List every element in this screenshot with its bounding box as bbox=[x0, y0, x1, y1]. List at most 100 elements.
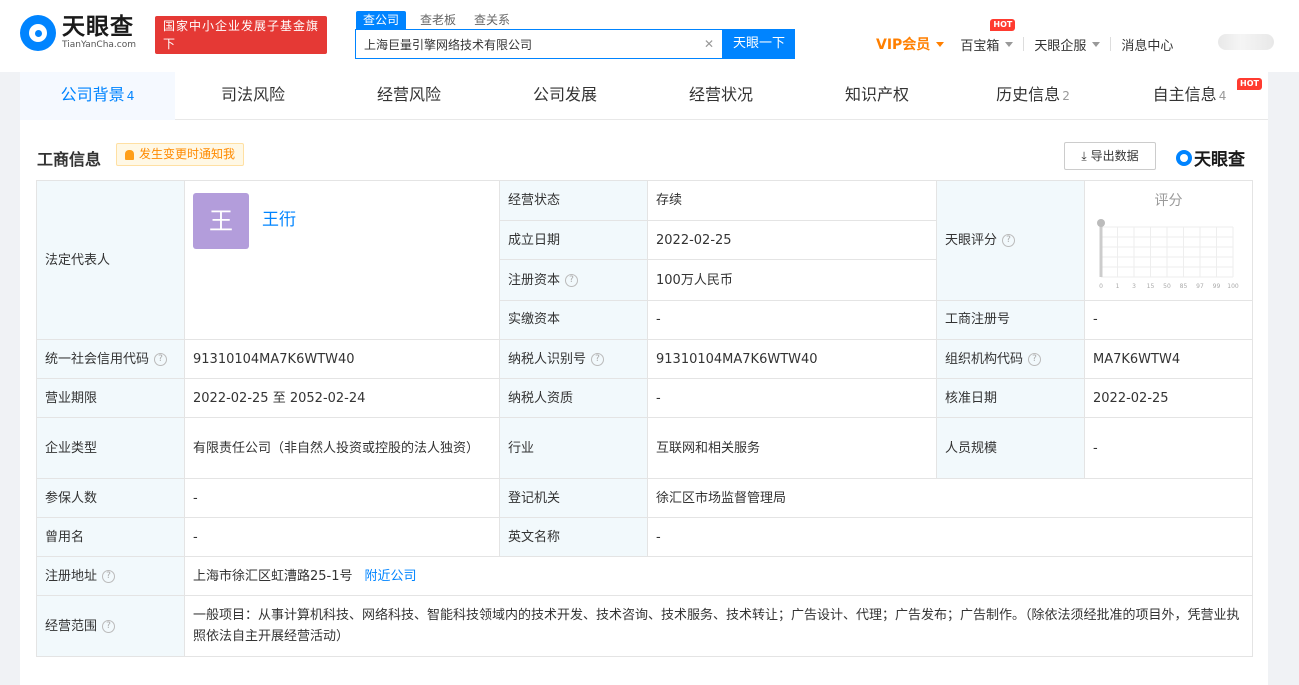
score-tick-label: 0 bbox=[1099, 283, 1103, 290]
address-label-cell: 注册地址? bbox=[36, 556, 185, 596]
address-label: 注册地址 bbox=[45, 568, 98, 584]
chevron-down-icon bbox=[1005, 41, 1014, 47]
former-name-label: 曾用名 bbox=[36, 517, 185, 557]
tab-label: 公司发展 bbox=[532, 85, 597, 104]
legal-rep-label: 法定代表人 bbox=[36, 180, 185, 340]
messages-link[interactable]: 消息中心 bbox=[1121, 35, 1173, 54]
site-logo[interactable]: 天眼查 TianYanCha.com bbox=[20, 14, 136, 51]
vip-label: VIP会员 bbox=[876, 37, 931, 53]
score-tick-label: 99 bbox=[1213, 283, 1221, 290]
search-tabs: 查公司 查老板 查关系 bbox=[356, 11, 528, 29]
gov-badge-line2: 官方备案企业征信机构 bbox=[163, 55, 294, 69]
tab-operation-status[interactable]: 经营状况 bbox=[643, 72, 799, 120]
staff-value: - bbox=[1084, 417, 1253, 479]
top-nav: VIP会员 百宝箱 HOT 天眼企服 消息中心 bbox=[876, 18, 1173, 54]
org-code-label-cell: 组织机构代码? bbox=[936, 339, 1085, 379]
scope-value: 一般项目：从事计算机科技、网络科技、智能科技领域内的技术开发、技术咨询、技术服务… bbox=[184, 595, 1253, 657]
tianyancha-logo-icon bbox=[20, 14, 56, 51]
treasure-label: 百宝箱 bbox=[960, 38, 1000, 54]
tab-label: 知识产权 bbox=[844, 85, 909, 104]
search-tab-company[interactable]: 查公司 bbox=[356, 11, 407, 29]
tab-label: 历史信息 bbox=[996, 85, 1061, 104]
legal-rep-name-link[interactable]: 王衎 bbox=[262, 210, 296, 231]
score-ticks: 0 1 3 15 50 85 97 99 100 bbox=[1099, 283, 1239, 290]
help-icon[interactable]: ? bbox=[591, 352, 605, 366]
hot-badge: HOT bbox=[1237, 78, 1262, 90]
clear-icon[interactable]: ✕ bbox=[704, 37, 714, 51]
credit-code-label-cell: 统一社会信用代码? bbox=[36, 339, 185, 379]
reg-no-label: 工商注册号 bbox=[936, 299, 1085, 341]
logo-text-en: TianYanCha.com bbox=[62, 40, 137, 50]
help-icon[interactable]: ? bbox=[1002, 233, 1016, 247]
type-value: 有限责任公司（非自然人投资或控股的法人独资） bbox=[184, 417, 500, 479]
gov-badge: 国家中小企业发展子基金旗下 官方备案企业征信机构 bbox=[155, 16, 327, 69]
score-tick-label: 100 bbox=[1227, 283, 1239, 290]
score-grid bbox=[1100, 226, 1234, 278]
reg-capital-label-cell: 注册资本? bbox=[499, 259, 648, 301]
tab-count: 4 bbox=[126, 89, 135, 103]
paid-capital-label: 实缴资本 bbox=[499, 299, 648, 341]
term-value: 2022-02-25 至 2052-02-24 bbox=[184, 378, 500, 418]
score-tick-label: 1 bbox=[1116, 283, 1120, 290]
search-tab-boss[interactable]: 查老板 bbox=[420, 11, 456, 29]
term-start: 2022-02-25 bbox=[193, 390, 269, 406]
user-avatar[interactable] bbox=[1218, 34, 1274, 50]
help-icon[interactable]: ? bbox=[102, 619, 116, 633]
tab-company-development[interactable]: 公司发展 bbox=[487, 72, 643, 120]
help-icon[interactable]: ? bbox=[102, 569, 116, 583]
scope-label-cell: 经营范围? bbox=[36, 595, 185, 657]
score-title: 评分 bbox=[1154, 193, 1183, 210]
main-tab-bar: 公司背景 4 司法风险 经营风险 公司发展 经营状况 知识产权 历史信息 2 自主信… bbox=[20, 72, 1268, 120]
taxpayer-qual-label: 纳税人资质 bbox=[499, 378, 648, 418]
help-icon[interactable]: ? bbox=[1028, 352, 1042, 366]
tab-intellectual-property[interactable]: 知识产权 bbox=[799, 72, 955, 120]
tab-operation-risk[interactable]: 经营风险 bbox=[331, 72, 487, 120]
download-icon: ⤓ bbox=[1081, 149, 1087, 163]
reg-capital-value: 100万人民币 bbox=[647, 259, 937, 301]
help-icon[interactable]: ? bbox=[565, 273, 579, 287]
legal-rep-cell: 王 王衎 bbox=[193, 181, 491, 339]
paid-capital-value: - bbox=[647, 299, 937, 341]
term-end: 2052-02-24 bbox=[289, 390, 366, 406]
export-label: 导出数据 bbox=[1090, 149, 1139, 163]
tab-self-info[interactable]: 自主信息 4 HOT bbox=[1111, 72, 1268, 120]
score-chart-cell: 评分 0 1 3 15 50 85 97 99 100 bbox=[1085, 181, 1252, 299]
score-tick-label: 97 bbox=[1196, 283, 1204, 290]
address-value: 上海市徐汇区虹漕路25-1号 bbox=[193, 568, 353, 584]
export-data-button[interactable]: ⤓ 导出数据 bbox=[1064, 142, 1156, 170]
reg-capital-label: 注册资本 bbox=[508, 272, 561, 288]
approval-value: 2022-02-25 bbox=[1084, 378, 1253, 418]
company-card: 公司背景 4 司法风险 经营风险 公司发展 经营状况 知识产权 历史信息 2 自主信… bbox=[20, 72, 1268, 685]
enterprise-label: 天眼企服 bbox=[1034, 38, 1087, 54]
taxpayer-id-label: 纳税人识别号 bbox=[508, 351, 587, 367]
tianyancha-logo-icon bbox=[1176, 149, 1192, 166]
staff-label: 人员规模 bbox=[936, 417, 1085, 479]
vip-menu[interactable]: VIP会员 bbox=[876, 34, 945, 54]
enterprise-service-menu[interactable]: 天眼企服 bbox=[1034, 35, 1101, 54]
tab-history-info[interactable]: 历史信息 2 bbox=[955, 72, 1111, 120]
nearby-companies-link[interactable]: 附近公司 bbox=[365, 569, 417, 584]
insured-label: 参保人数 bbox=[36, 478, 185, 518]
tab-judicial-risk[interactable]: 司法风险 bbox=[175, 72, 331, 120]
status-label: 经营状态 bbox=[499, 179, 648, 222]
tab-company-background[interactable]: 公司背景 4 bbox=[20, 72, 175, 120]
search-input[interactable] bbox=[364, 37, 704, 51]
authority-label: 登记机关 bbox=[499, 478, 648, 518]
help-icon[interactable]: ? bbox=[154, 352, 168, 366]
score-gauge-chart: 0 1 3 15 50 85 97 99 100 bbox=[1097, 219, 1239, 290]
authority-value: 徐汇区市场监督管理局 bbox=[647, 478, 1253, 518]
treasure-menu[interactable]: 百宝箱 HOT bbox=[960, 18, 1016, 54]
score-marker-icon bbox=[1097, 219, 1105, 228]
tab-count: 2 bbox=[1062, 89, 1070, 103]
score-tick-label: 3 bbox=[1132, 283, 1136, 290]
nav-divider bbox=[1023, 37, 1025, 51]
tab-label: 司法风险 bbox=[220, 85, 285, 104]
search-tab-relation[interactable]: 查关系 bbox=[474, 11, 510, 29]
notify-change-button[interactable]: 发生变更时通知我 bbox=[116, 143, 245, 166]
score-tick-label: 15 bbox=[1147, 283, 1155, 290]
legal-rep-avatar[interactable]: 王 bbox=[193, 193, 249, 249]
brand-logo: 天眼查 bbox=[1176, 145, 1245, 170]
term-separator: 至 bbox=[272, 390, 286, 406]
search-button[interactable]: 天眼一下 bbox=[723, 29, 795, 59]
credit-code-label: 统一社会信用代码 bbox=[45, 351, 150, 367]
